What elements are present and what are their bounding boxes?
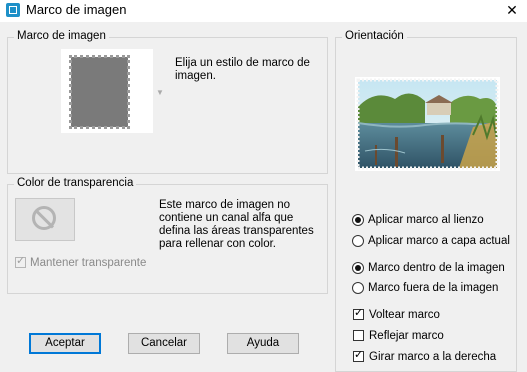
- apply-to-layer-radio[interactable]: [352, 235, 364, 247]
- transparency-message-line3: defina las áreas transparentes: [159, 225, 314, 237]
- cancel-button[interactable]: Cancelar: [128, 333, 200, 354]
- apply-to-layer-label: Aplicar marco a capa actual: [368, 235, 510, 247]
- frame-preview[interactable]: [61, 49, 153, 133]
- frame-inside-radio[interactable]: [352, 262, 364, 274]
- orientation-preview-image: [355, 77, 500, 171]
- flip-frame-checkbox[interactable]: [353, 306, 364, 320]
- keep-transparent-label: Mantener transparente: [30, 257, 147, 269]
- transparency-message-line4: para rellenar con color.: [159, 238, 276, 250]
- frame-description-line2: imagen.: [175, 70, 216, 82]
- rotate-frame-right-checkbox[interactable]: [353, 348, 364, 362]
- apply-to-canvas-radio[interactable]: [352, 214, 364, 226]
- mirror-frame-label: Reflejar marco: [369, 330, 444, 342]
- frame-group-legend: Marco de imagen: [14, 30, 109, 42]
- dropdown-arrow-icon[interactable]: ▼: [156, 88, 164, 97]
- window-title: Marco de imagen: [26, 2, 127, 17]
- title-bar: Marco de imagen ✕: [0, 0, 527, 22]
- apply-to-canvas-label: Aplicar marco al lienzo: [368, 214, 484, 226]
- frame-sample-thumbnail: [69, 55, 130, 129]
- frame-description-line1: Elija un estilo de marco de: [175, 57, 310, 69]
- frame-outside-label: Marco fuera de la imagen: [368, 282, 499, 294]
- transparency-color-swatch: [15, 198, 75, 241]
- frame-inside-label: Marco dentro de la imagen: [368, 262, 505, 274]
- frame-icon: [6, 3, 20, 17]
- frame-outside-radio[interactable]: [352, 282, 364, 294]
- transparency-message-line1: Este marco de imagen no: [159, 199, 291, 211]
- forbidden-icon: [32, 206, 56, 230]
- orientation-group-legend: Orientación: [342, 30, 407, 42]
- flip-frame-label: Voltear marco: [369, 309, 440, 321]
- transparency-message-line2: contiene un canal alfa que: [159, 212, 294, 224]
- transparency-message: Este marco de imagen no contiene un cana…: [159, 199, 314, 251]
- ok-button[interactable]: Aceptar: [29, 333, 101, 354]
- help-button[interactable]: Ayuda: [227, 333, 299, 354]
- transparency-group-legend: Color de transparencia: [14, 177, 137, 189]
- frame-description: Elija un estilo de marco de imagen.: [175, 57, 310, 83]
- mirror-frame-checkbox[interactable]: [353, 330, 364, 341]
- keep-transparent-checkbox[interactable]: [15, 254, 26, 268]
- close-button[interactable]: ✕: [497, 0, 527, 20]
- rotate-frame-right-label: Girar marco a la derecha: [369, 351, 497, 363]
